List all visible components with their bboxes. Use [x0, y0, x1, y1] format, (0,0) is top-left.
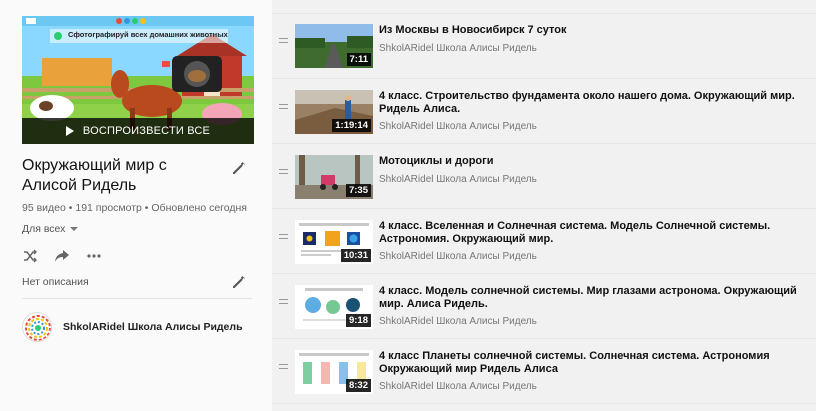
video-title[interactable]: Из Москвы в Новосибирск 7 суток: [379, 24, 799, 37]
video-channel[interactable]: ShkolARidel Школа Алисы Ридель: [379, 174, 537, 185]
edit-description-pencil-icon[interactable]: [231, 274, 247, 290]
duration-badge: 9:18: [345, 314, 371, 327]
playlist-actions: [22, 249, 102, 263]
drag-handle-icon[interactable]: [279, 364, 288, 372]
play-all-label: ВОСПРОИЗВЕСТИ ВСЕ: [82, 125, 211, 137]
video-title[interactable]: 4 класс. Строительство фундамента около …: [379, 90, 799, 116]
row-separator: [272, 403, 816, 404]
privacy-value: Для всех: [22, 223, 66, 235]
playlist-description: Нет описания: [22, 276, 89, 288]
duration-badge: 7:35: [345, 184, 371, 197]
video-thumbnail[interactable]: 10:31: [295, 220, 373, 264]
playlist-videos: 7:11 Из Москвы в Новосибирск 7 суток Shk…: [272, 0, 816, 411]
video-title[interactable]: 4 класс. Модель солнечной системы. Мир г…: [379, 285, 799, 311]
video-title[interactable]: 4 класс Планеты солнечной системы. Солне…: [379, 350, 799, 376]
duration-badge: 8:32: [345, 379, 371, 392]
video-thumbnail[interactable]: 7:11: [295, 24, 373, 68]
video-channel[interactable]: ShkolARidel Школа Алисы Ридель: [379, 43, 537, 54]
video-row[interactable]: 7:11 Из Москвы в Новосибирск 7 суток Shk…: [272, 12, 816, 70]
video-channel[interactable]: ShkolARidel Школа Алисы Ридель: [379, 251, 537, 262]
chevron-down-icon: [70, 227, 79, 231]
video-row[interactable]: 7:35 Мотоциклы и дороги ShkolARidel Школ…: [272, 143, 816, 201]
avatar[interactable]: [22, 312, 52, 342]
playlist-sidebar: Сфотографируй всех домашних животных ВОС…: [0, 0, 272, 411]
drag-handle-icon[interactable]: [279, 169, 288, 177]
playlist-owner[interactable]: ShkolARidel Школа Алисы Ридель: [22, 312, 243, 342]
drag-handle-icon[interactable]: [279, 234, 288, 242]
video-channel[interactable]: ShkolARidel Школа Алисы Ридель: [379, 381, 537, 392]
duration-badge: 7:11: [346, 53, 371, 66]
video-row[interactable]: 1:19:14 4 класс. Строительство фундамент…: [272, 78, 816, 136]
playlist-title: Окружающий мир с Алисой Ридель: [22, 157, 167, 194]
playlist-stats: 95 видео • 191 просмотр • Обновлено сего…: [22, 202, 247, 214]
drag-handle-icon[interactable]: [279, 299, 288, 307]
banner-text: Сфотографируй всех домашних животных: [68, 30, 228, 39]
privacy-select[interactable]: Для всех: [22, 223, 79, 235]
play-all-button[interactable]: ВОСПРОИЗВЕСТИ ВСЕ: [22, 118, 254, 144]
video-channel[interactable]: ShkolARidel Школа Алисы Ридель: [379, 121, 537, 132]
video-title[interactable]: 4 класс. Вселенная и Солнечная система. …: [379, 220, 799, 246]
duration-badge: 1:19:14: [332, 119, 371, 132]
video-thumbnail[interactable]: 8:32: [295, 350, 373, 394]
video-channel[interactable]: ShkolARidel Школа Алисы Ридель: [379, 316, 537, 327]
play-icon: [65, 126, 74, 136]
video-thumbnail[interactable]: 1:19:14: [295, 90, 373, 134]
drag-handle-icon[interactable]: [279, 38, 288, 46]
video-title[interactable]: Мотоциклы и дороги: [379, 155, 799, 168]
divider: [22, 298, 252, 299]
shuffle-icon[interactable]: [22, 249, 38, 263]
share-icon[interactable]: [54, 249, 70, 263]
drag-handle-icon[interactable]: [279, 104, 288, 112]
owner-name[interactable]: ShkolARidel Школа Алисы Ридель: [63, 321, 243, 333]
video-thumbnail[interactable]: 9:18: [295, 285, 373, 329]
video-row[interactable]: 9:18 4 класс. Модель солнечной системы. …: [272, 273, 816, 331]
video-thumbnail[interactable]: 7:35: [295, 155, 373, 199]
more-icon[interactable]: [86, 249, 102, 263]
edit-title-pencil-icon[interactable]: [231, 160, 247, 176]
playlist-thumbnail[interactable]: Сфотографируй всех домашних животных ВОС…: [22, 16, 254, 144]
duration-badge: 10:31: [340, 249, 371, 262]
video-row[interactable]: 10:31 4 класс. Вселенная и Солнечная сис…: [272, 208, 816, 266]
video-row[interactable]: 8:32 4 класс Планеты солнечной системы. …: [272, 338, 816, 396]
